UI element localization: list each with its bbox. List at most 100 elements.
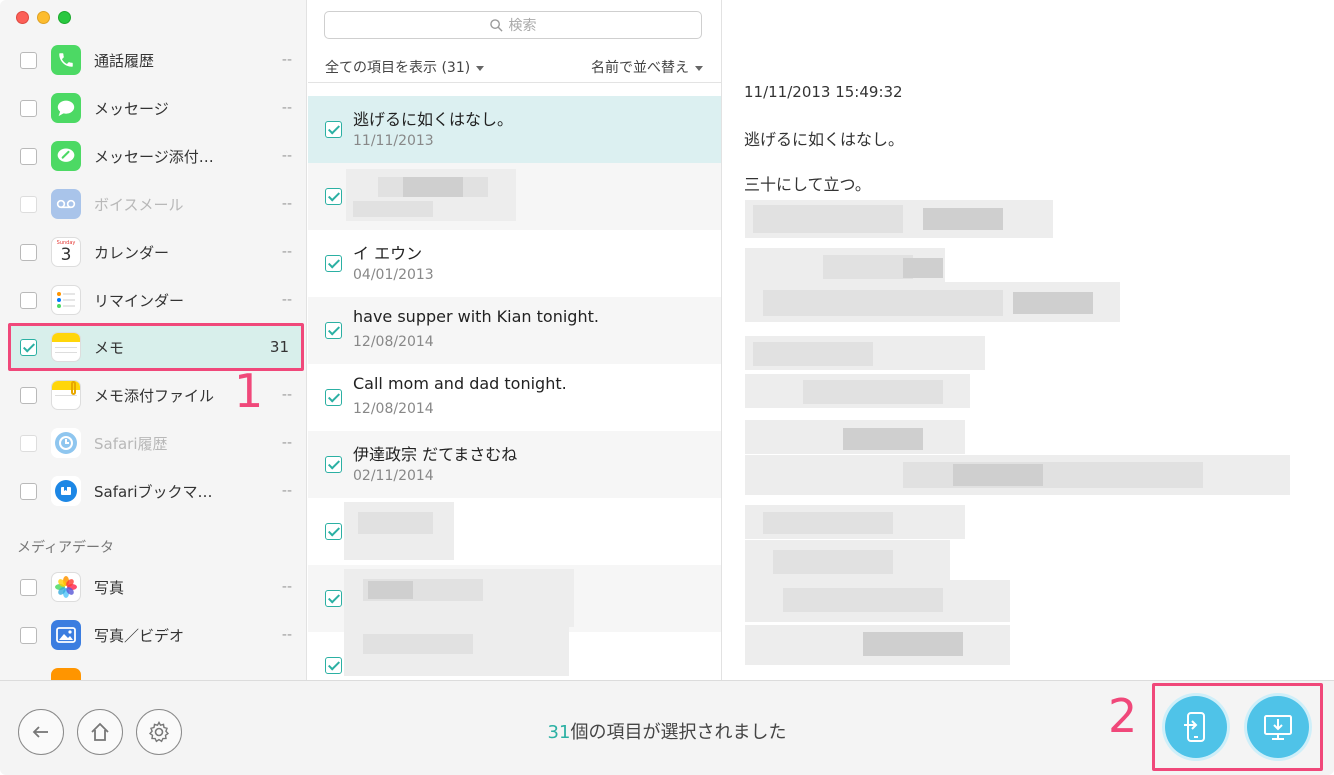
note-checkbox[interactable] [325,657,342,674]
close-window-button[interactable] [16,11,29,24]
category-count: -- [281,292,292,308]
notes-icon [51,332,81,362]
phone-transfer-icon [1184,712,1205,742]
category-checkbox[interactable] [20,386,37,404]
note-title: イ エウン [353,244,423,263]
note-date: 12/08/2014 [353,401,434,417]
maximize-window-button[interactable] [58,11,71,24]
category-checkbox[interactable] [20,243,37,261]
category-count: 31 [269,338,289,356]
chevron-down-icon [695,65,703,71]
category-count: -- [281,579,292,595]
reminder-icon [51,285,81,315]
to-computer-button[interactable] [1247,696,1309,758]
voicemail-icon [51,189,81,219]
note-row[interactable]: イ エウン 04/01/2013 [308,230,721,297]
category-label: メッセージ [94,99,169,118]
category-label: Safariブックマ… [94,482,213,501]
note-title: Call mom and dad tonight. [353,374,567,393]
note-checkbox[interactable] [325,188,342,205]
note-row-blurred[interactable] [308,626,721,680]
chevron-down-icon [476,65,485,71]
search-placeholder: 検索 [508,18,537,34]
calendar-day: 3 [60,245,72,265]
note-row[interactable]: Call mom and dad tonight. 12/08/2014 [308,364,721,431]
sidebar-item-safari-bookmarks[interactable]: Safariブックマ… -- [8,468,304,514]
note-row-blurred[interactable] [308,498,721,565]
note-checkbox[interactable] [325,255,342,272]
sidebar-item-reminders[interactable]: リマインダー -- [8,277,304,323]
notes-list-panel: 検索 全ての項目を表示 (31) 名前で並べ替え 逃げるに如くはなし。 11/1… [308,0,722,680]
sidebar-item-message-attachments[interactable]: メッセージ添付… -- [8,133,304,179]
note-title: 逃げるに如くはなし。 [353,110,514,129]
category-checkbox[interactable] [20,626,37,644]
category-label: カレンダー [94,243,170,262]
window-controls [16,11,71,24]
note-row[interactable]: have supper with Kian tonight. 12/08/201… [308,297,721,364]
search-icon [489,18,503,32]
step-annotation-2: 2 [1108,689,1138,743]
category-count: -- [281,435,292,451]
category-checkbox[interactable] [20,578,37,596]
category-checkbox[interactable] [20,51,37,69]
category-checkbox[interactable] [20,338,37,356]
category-sidebar: 通話履歴 -- メッセージ -- メッセージ添付… -- ボイスメール -- S… [0,0,307,680]
bottom-toolbar: 31個の項目が選択されました 2 [0,680,1334,775]
category-count: -- [281,148,292,164]
category-count: -- [281,52,292,68]
note-row[interactable]: 伊達政宗 だてまさむね 02/11/2014 [308,431,721,498]
note-checkbox[interactable] [325,121,342,138]
category-label: 通話履歴 [94,51,155,70]
category-count: -- [281,196,292,212]
minimize-window-button[interactable] [37,11,50,24]
photo-video-icon [51,620,81,650]
calendar-icon: Sunday 3 [51,237,81,267]
category-label: メモ [94,338,125,357]
selected-suffix: 個の項目が選択されました [570,722,787,743]
divider [308,82,721,83]
note-title: 伊達政宗 だてまさむね [353,445,518,464]
note-row[interactable]: 逃げるに如くはなし。 11/11/2013 [308,96,721,163]
sidebar-item-photos[interactable]: 写真 -- [8,564,304,610]
sidebar-item-messages[interactable]: メッセージ -- [8,85,304,131]
category-label: Safari履歴 [94,434,168,453]
category-count: -- [281,387,292,403]
note-row-blurred[interactable] [308,565,721,632]
attachment-icon [51,141,81,171]
app-icon [51,668,81,680]
sidebar-item-safari-history: Safari履歴 -- [8,420,304,466]
sidebar-item-partial[interactable] [8,660,304,680]
category-count: -- [281,100,292,116]
category-checkbox[interactable] [20,291,37,309]
to-device-button[interactable] [1165,696,1227,758]
note-body-line: 逃げるに如くはなし。 [744,130,905,149]
sidebar-item-photo-video[interactable]: 写真／ビデオ -- [8,612,304,658]
note-checkbox[interactable] [325,523,342,540]
note-checkbox[interactable] [325,389,342,406]
safari-bookmark-icon [51,476,81,506]
note-date: 02/11/2014 [353,468,434,484]
category-checkbox[interactable] [20,482,37,500]
category-label: 写真 [94,578,125,597]
step-annotation-1: 1 [234,364,264,418]
sort-dropdown[interactable]: 名前で並べ替え [591,57,703,77]
app-window: 通話履歴 -- メッセージ -- メッセージ添付… -- ボイスメール -- S… [0,0,1334,775]
category-checkbox [20,195,37,213]
filter-dropdown[interactable]: 全ての項目を表示 (31) [325,57,485,77]
note-checkbox[interactable] [325,456,342,473]
note-date: 04/01/2013 [353,267,434,283]
sidebar-item-call-history[interactable]: 通話履歴 -- [8,37,304,83]
note-checkbox[interactable] [325,322,342,339]
media-section-title: メディアデータ [17,540,115,556]
note-row-blurred[interactable] [308,163,721,230]
safari-history-icon [51,428,81,458]
category-checkbox[interactable] [20,147,37,165]
blurred-content [363,634,473,654]
category-checkbox[interactable] [20,99,37,117]
note-date: 11/11/2013 [353,133,434,149]
category-count: -- [281,483,292,499]
search-input[interactable]: 検索 [324,11,702,39]
sidebar-item-calendar[interactable]: Sunday 3 カレンダー -- [8,229,304,275]
blurred-content [368,581,413,599]
note-checkbox[interactable] [325,590,342,607]
